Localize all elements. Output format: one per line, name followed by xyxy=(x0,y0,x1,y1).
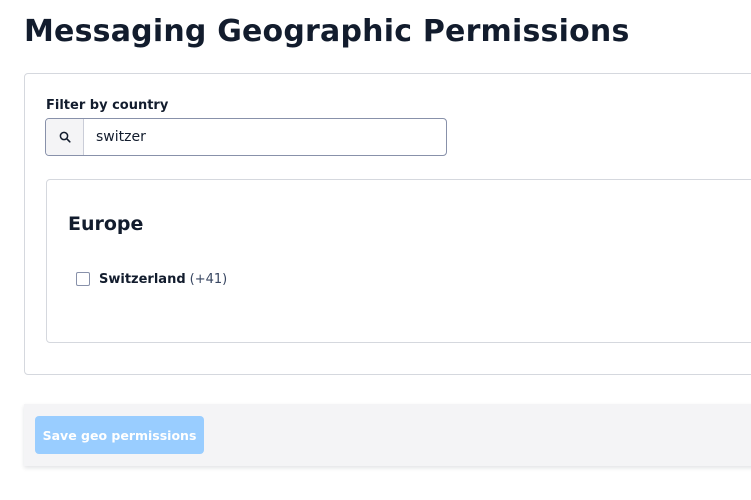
country-option-switzerland[interactable]: Switzerland (+41) xyxy=(76,270,227,288)
save-geo-permissions-button[interactable]: Save geo permissions xyxy=(35,416,204,454)
country-name: Switzerland xyxy=(99,271,186,287)
page-title: Messaging Geographic Permissions xyxy=(24,14,630,49)
country-filter-input[interactable] xyxy=(84,119,446,155)
country-dial-code: (+41) xyxy=(189,271,228,287)
region-card-europe xyxy=(46,179,751,343)
filter-label: Filter by country xyxy=(46,98,169,113)
country-checkbox[interactable] xyxy=(76,272,90,286)
search-icon xyxy=(46,119,84,155)
country-filter-field[interactable] xyxy=(45,118,447,156)
region-heading: Europe xyxy=(68,213,144,235)
